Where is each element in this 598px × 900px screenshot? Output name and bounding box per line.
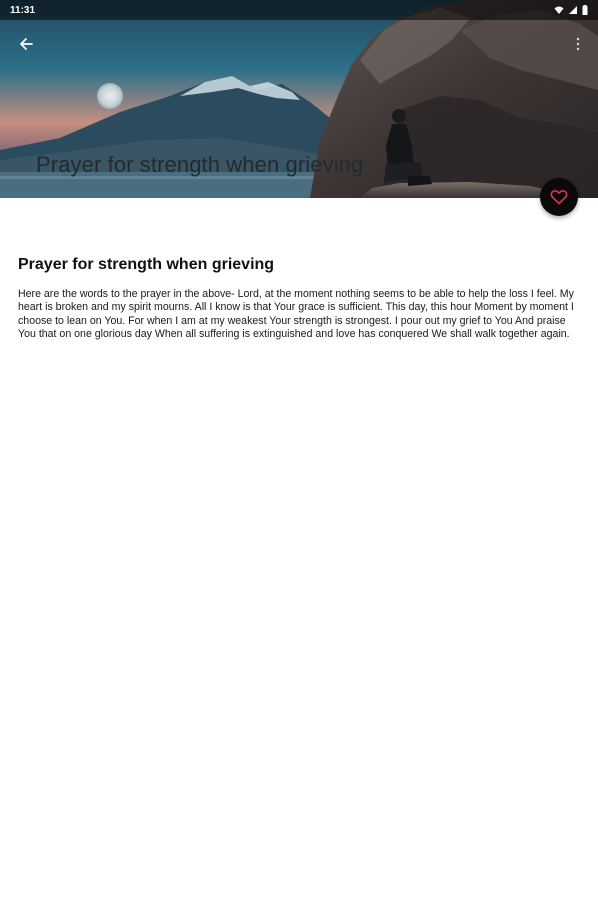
article-title: Prayer for strength when grieving	[18, 256, 275, 273]
arrow-back-icon	[20, 38, 33, 50]
wifi-icon	[554, 6, 564, 14]
more-vert-icon	[576, 37, 580, 51]
status-time: 11:31	[10, 4, 36, 16]
favorite-button[interactable]	[540, 178, 578, 216]
signal-icon	[569, 6, 577, 14]
article-content: Prayer for strength when grieving Here a…	[18, 256, 584, 342]
header-image: 11:31 Prayer for strength when grieving	[0, 0, 598, 198]
toolbar-title: Prayer for strength when grieving	[36, 152, 364, 177]
more-options-button[interactable]	[570, 32, 586, 56]
back-button[interactable]	[14, 32, 38, 56]
heart-outline-icon	[550, 189, 568, 205]
prayer-detail-screen: 11:31 Prayer for strength when grieving …	[0, 0, 598, 900]
status-bar: 11:31	[0, 0, 598, 20]
article-body: Here are the words to the prayer in the …	[18, 288, 574, 341]
status-icons	[554, 5, 588, 15]
battery-icon	[582, 5, 588, 15]
